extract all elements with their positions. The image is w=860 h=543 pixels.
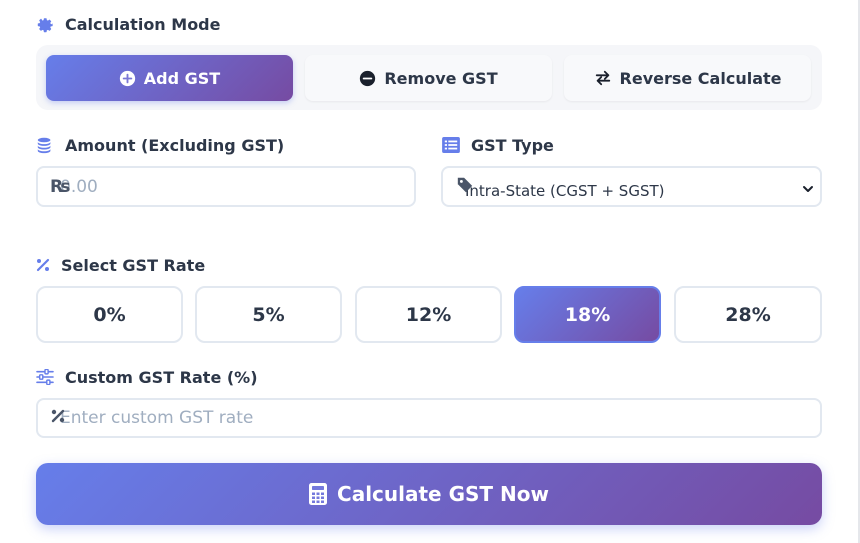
amount-label: Amount (Excluding GST) [35,135,284,155]
plus-circle-icon [119,70,136,87]
amount-input-wrap: ₨ [36,166,416,207]
gst-type-label: GST Type [441,135,554,155]
sliders-icon [35,367,55,387]
rate-button-12[interactable]: 12% [355,286,502,343]
percent-icon [33,255,53,275]
gear-icon [35,14,55,34]
add-gst-button[interactable]: Add GST [46,55,293,101]
calculate-button[interactable]: Calculate GST Now [36,463,822,525]
calculate-button-label: Calculate GST Now [337,482,549,506]
custom-rate-input[interactable] [38,400,820,436]
rate-label-text: Select GST Rate [61,255,206,275]
chevron-down-icon [802,180,814,199]
amount-input[interactable] [38,168,414,205]
rate-button-5[interactable]: 5% [195,286,342,343]
rate-button-18[interactable]: 18% [514,286,661,343]
gst-type-select[interactable]: Intra-State (CGST + SGST) [441,166,822,207]
rate-button-0[interactable]: 0% [36,286,183,343]
exchange-icon [594,69,612,87]
rupee-prefix: ₨ [50,177,71,197]
custom-rate-label-text: Custom GST Rate (%) [65,367,258,387]
gst-type-label-text: GST Type [471,135,554,155]
tag-icon [456,176,474,198]
rate-label: Select GST Rate [33,255,205,275]
custom-rate-input-wrap [36,398,822,438]
rate-button-28[interactable]: 28% [674,286,822,343]
mode-label-text: Calculation Mode [65,14,221,34]
percent-prefix-icon [50,408,66,428]
list-icon [441,135,461,155]
gst-type-value: Intra-State (CGST + SGST) [465,182,665,200]
mode-selector: Add GST Remove GST Reverse Calculate [36,45,822,110]
amount-label-text: Amount (Excluding GST) [65,135,285,155]
minus-circle-icon [359,70,376,87]
calculator-icon [309,483,328,505]
remove-gst-button[interactable]: Remove GST [305,55,552,101]
reverse-calculate-button[interactable]: Reverse Calculate [564,55,811,101]
coins-icon [35,135,55,155]
mode-label: Calculation Mode [35,14,220,34]
custom-rate-label: Custom GST Rate (%) [35,367,258,387]
